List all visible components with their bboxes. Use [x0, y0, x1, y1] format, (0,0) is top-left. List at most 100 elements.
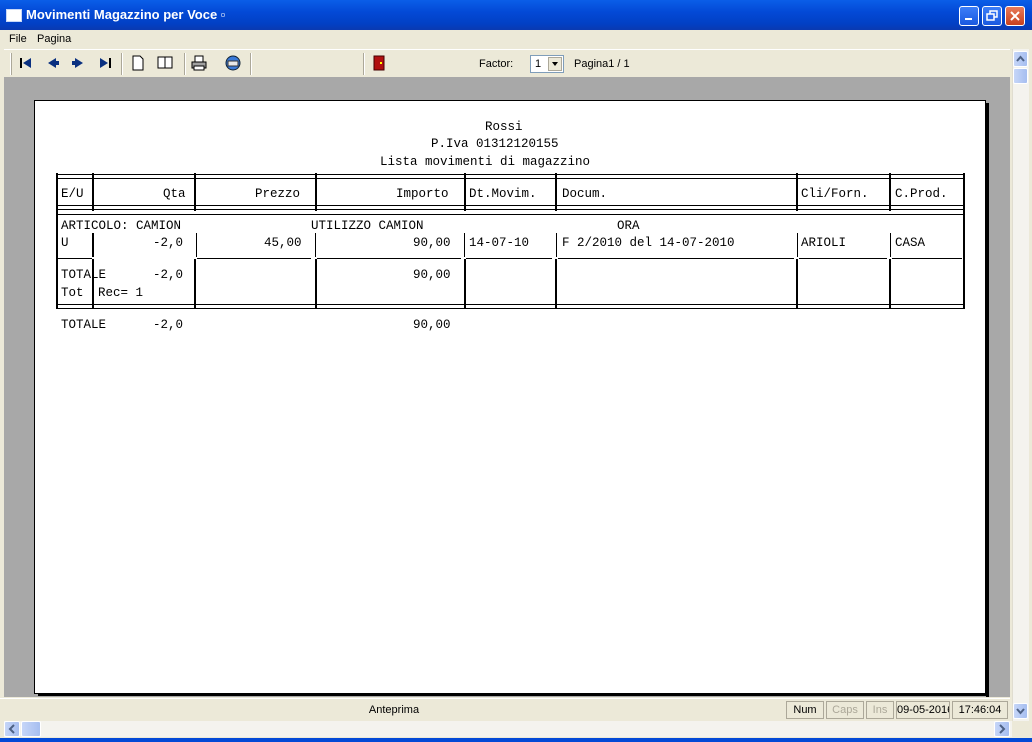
report-title: Lista movimenti di magazzino: [380, 155, 591, 169]
status-caps: Caps: [826, 701, 864, 719]
col-sep: [194, 259, 196, 309]
rule: [892, 258, 962, 259]
dropdown-button[interactable]: [548, 57, 562, 71]
col-sep: [315, 233, 316, 257]
report-page: Rossi P.Iva 01312120155 Lista movimenti …: [34, 100, 986, 694]
col-sep: [555, 259, 557, 309]
next-page-icon[interactable]: [69, 54, 87, 72]
horizontal-scrollbar[interactable]: [4, 721, 1012, 737]
header-docum: Docum.: [562, 187, 608, 201]
header-prezzo: Prezzo: [255, 187, 301, 201]
col-sep: [889, 173, 891, 211]
rule: [57, 308, 965, 309]
close-button[interactable]: [1005, 6, 1025, 26]
rule: [57, 214, 965, 215]
print-icon[interactable]: [190, 54, 208, 72]
col-sep: [315, 173, 317, 211]
col-sep: [92, 173, 94, 211]
vertical-scrollbar[interactable]: [1012, 49, 1029, 721]
toolbar-grip: [10, 53, 12, 75]
row-dt-movim: 14-07-10: [469, 236, 530, 250]
page-shadow: [38, 693, 989, 696]
toolbar-separator: [184, 53, 186, 75]
status-time: 17:46:04: [952, 701, 1008, 719]
col-sep: [464, 173, 466, 211]
header-eu: E/U: [61, 187, 84, 201]
toolbar-separator: [363, 53, 365, 75]
export-icon[interactable]: [224, 54, 242, 72]
rule: [466, 258, 552, 259]
last-page-icon[interactable]: [96, 54, 114, 72]
header-c-prod: C.Prod.: [895, 187, 948, 201]
row-docum: F 2/2010 del 14-07-2010: [562, 236, 735, 250]
row-c-prod: CASA: [895, 236, 926, 250]
vat-number: P.Iva 01312120155: [431, 137, 559, 151]
factor-label: Factor:: [479, 58, 514, 70]
prev-page-icon[interactable]: [44, 54, 62, 72]
minimize-button[interactable]: [959, 6, 979, 26]
toolbar-separator: [250, 53, 252, 75]
total-importo: 90,00: [413, 318, 451, 332]
status-ins: Ins: [866, 701, 894, 719]
scroll-thumb[interactable]: [1013, 68, 1028, 84]
col-sep: [890, 233, 891, 257]
col-sep: [889, 259, 891, 309]
col-sep: [797, 233, 798, 257]
two-page-icon[interactable]: [156, 54, 174, 72]
scroll-right-button[interactable]: [994, 721, 1010, 737]
toolbar: Factor: 1 Pagina1 / 1: [4, 49, 1010, 78]
page-shadow: [986, 103, 989, 697]
col-sep: [194, 173, 196, 211]
chevron-left-icon: [8, 724, 15, 734]
header-importo: Importo: [396, 187, 449, 201]
single-page-icon[interactable]: [129, 54, 147, 72]
toolbar-separator: [121, 53, 123, 75]
chevron-right-icon: [999, 724, 1006, 734]
restore-icon: [986, 10, 998, 21]
scroll-left-button[interactable]: [4, 721, 20, 737]
page-info: Pagina1 / 1: [574, 58, 630, 70]
status-mode: Anteprima: [368, 704, 420, 716]
rule: [57, 258, 92, 259]
chevron-down-icon: [552, 62, 558, 66]
factor-select[interactable]: 1: [530, 55, 564, 73]
chevron-down-icon: [1016, 708, 1025, 715]
rule: [57, 304, 965, 305]
company-name: Rossi: [485, 120, 523, 134]
col-sep: [92, 259, 94, 309]
rule: [317, 258, 461, 259]
articolo-description: UTILIZZO CAMION: [311, 219, 424, 233]
exit-icon[interactable]: [370, 54, 388, 72]
col-sep: [796, 259, 798, 309]
row-cli-forn: ARIOLI: [801, 236, 847, 250]
scroll-thumb[interactable]: [21, 721, 41, 737]
total-label: TOTALE: [61, 318, 107, 332]
status-num: Num: [786, 701, 824, 719]
border-right: [963, 173, 965, 309]
menu-bar: File Pagina: [0, 30, 1032, 49]
total-qta: -2,0: [153, 318, 184, 332]
menu-file[interactable]: File: [9, 33, 27, 45]
app-icon: [6, 9, 22, 22]
preview-area[interactable]: Rossi P.Iva 01312120155 Lista movimenti …: [4, 77, 1010, 697]
border-left: [56, 173, 58, 309]
row-eu: U: [61, 236, 69, 250]
subtotal-label: TOTALE: [61, 268, 107, 282]
factor-value: 1: [535, 58, 542, 70]
chevron-up-icon: [1016, 55, 1025, 62]
window-frame: [0, 738, 1032, 742]
rule: [558, 258, 794, 259]
status-bar: Anteprima Num Caps Ins 09-05-2016 17:46:…: [0, 698, 1010, 722]
menu-pagina[interactable]: Pagina: [37, 33, 71, 45]
restore-button[interactable]: [982, 6, 1002, 26]
col-sep: [196, 233, 197, 257]
col-sep: [315, 259, 317, 309]
rule: [799, 258, 887, 259]
first-page-icon[interactable]: [17, 54, 35, 72]
title-bar[interactable]: Movimenti Magazzino per Voce ▫: [0, 0, 1032, 30]
close-icon: [1010, 11, 1020, 21]
scroll-up-button[interactable]: [1013, 51, 1028, 67]
scroll-down-button[interactable]: [1013, 703, 1028, 719]
status-date: 09-05-2016: [896, 701, 950, 719]
application-window: Movimenti Magazzino per Voce ▫ File Pagi…: [0, 0, 1032, 742]
